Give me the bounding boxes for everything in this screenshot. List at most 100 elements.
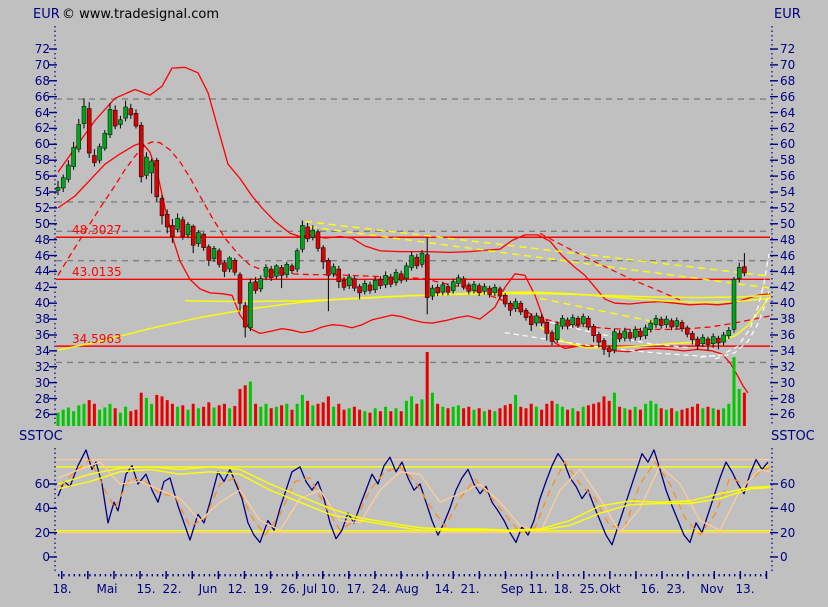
x-axis-dot — [614, 574, 615, 576]
candle-body — [103, 133, 107, 148]
x-axis-dot — [620, 574, 621, 576]
candle-body — [311, 230, 315, 237]
volume-bar — [197, 408, 200, 426]
candle-body — [644, 328, 648, 336]
candle-body — [540, 318, 544, 324]
price-tick-label-left: 28 — [22, 393, 50, 405]
candle-body — [451, 282, 455, 291]
candle-body — [217, 251, 221, 265]
price-tick-label-left: 64 — [22, 107, 50, 119]
volume-bar — [571, 408, 574, 426]
price-tick-label-right: 32 — [780, 361, 810, 373]
volume-bar — [717, 410, 720, 426]
volume-bar — [337, 404, 340, 426]
volume-bar — [218, 405, 221, 426]
x-axis-dot — [500, 574, 501, 576]
candle-body — [550, 333, 554, 342]
price-tick-label-right: 48 — [780, 234, 810, 246]
x-axis-dot — [334, 574, 335, 576]
candle-body — [716, 338, 720, 343]
candle-body — [592, 326, 596, 336]
volume-bar — [727, 404, 730, 426]
candle-body — [61, 178, 65, 188]
candle-body — [685, 328, 689, 334]
x-axis-dot — [58, 574, 59, 576]
candle-body — [290, 266, 294, 271]
x-axis-dot — [734, 574, 735, 576]
x-axis-dot — [682, 574, 683, 576]
price-tick-label-left: 70 — [22, 59, 50, 71]
candle-body — [482, 287, 486, 292]
x-axis-week-tick — [557, 571, 559, 579]
candle-body — [56, 187, 60, 190]
candle-body — [72, 148, 76, 167]
volume-bar — [150, 404, 153, 426]
price-tick-label-left: 46 — [22, 250, 50, 262]
candle-body — [316, 232, 320, 249]
volume-bar — [348, 408, 351, 426]
x-axis-week-tick — [635, 571, 637, 579]
x-axis-dot — [672, 574, 673, 576]
x-axis-dot — [126, 574, 127, 576]
volume-bar — [582, 407, 585, 426]
candle-body — [477, 286, 481, 293]
date-tick-label: 18. — [42, 583, 82, 595]
price-tick-label-right: 50 — [780, 218, 810, 230]
volume-bar — [535, 407, 538, 426]
candle-body — [680, 322, 684, 328]
volume-bar — [686, 408, 689, 426]
volume-bar — [119, 413, 122, 426]
x-axis-dot — [542, 574, 543, 576]
x-axis-dot — [438, 574, 439, 576]
candle-body — [269, 269, 273, 278]
volume-bar — [285, 404, 288, 426]
candle-body — [155, 160, 159, 197]
price-tick-label-right: 34 — [780, 345, 810, 357]
volume-bar — [93, 404, 96, 426]
candle-body — [358, 287, 362, 293]
price-tick-label-right: 66 — [780, 91, 810, 103]
x-axis-dot — [490, 574, 491, 576]
x-axis-dot — [235, 574, 236, 576]
candle-body — [706, 339, 710, 345]
volume-bar — [530, 404, 533, 426]
x-axis-dot — [178, 574, 179, 576]
volume-bar — [202, 407, 205, 426]
candle-body — [436, 287, 440, 293]
x-axis-dot — [318, 574, 319, 576]
x-axis-dot — [167, 574, 168, 576]
volume-bar — [395, 408, 398, 426]
x-axis-dot — [204, 574, 205, 576]
price-tick-label-left: 44 — [22, 265, 50, 277]
x-axis-week-tick — [479, 571, 481, 579]
x-axis-dot — [666, 574, 667, 576]
candle-body — [514, 302, 518, 309]
volume-bar — [499, 408, 502, 426]
volume-bar — [431, 393, 434, 426]
x-axis-dot — [94, 574, 95, 576]
x-axis-dot — [214, 574, 215, 576]
candle-body — [124, 107, 128, 118]
x-axis-dot — [261, 574, 262, 576]
chart-canvas[interactable] — [0, 0, 828, 607]
volume-bar — [618, 407, 621, 426]
candle-body — [378, 279, 382, 285]
stoch-slow-orange-dashed — [60, 460, 770, 535]
volume-bar — [701, 408, 704, 426]
x-axis-week-tick — [322, 571, 324, 579]
x-axis-week-tick — [61, 571, 63, 579]
candle-body — [326, 260, 330, 275]
candle-body — [394, 272, 398, 282]
candle-body — [711, 337, 715, 344]
volume-bar — [587, 405, 590, 426]
x-axis-week-tick — [296, 571, 298, 579]
date-tick-label: 22. — [152, 583, 192, 595]
volume-bar — [410, 396, 413, 426]
x-axis-dot — [588, 574, 589, 576]
x-axis-dot — [271, 574, 272, 576]
price-tick-label-right: 28 — [780, 393, 810, 405]
candle-body — [108, 109, 112, 134]
stoch-tick-label-right: 60 — [780, 478, 810, 490]
candle-body — [597, 334, 601, 342]
x-axis-dot — [131, 574, 132, 576]
